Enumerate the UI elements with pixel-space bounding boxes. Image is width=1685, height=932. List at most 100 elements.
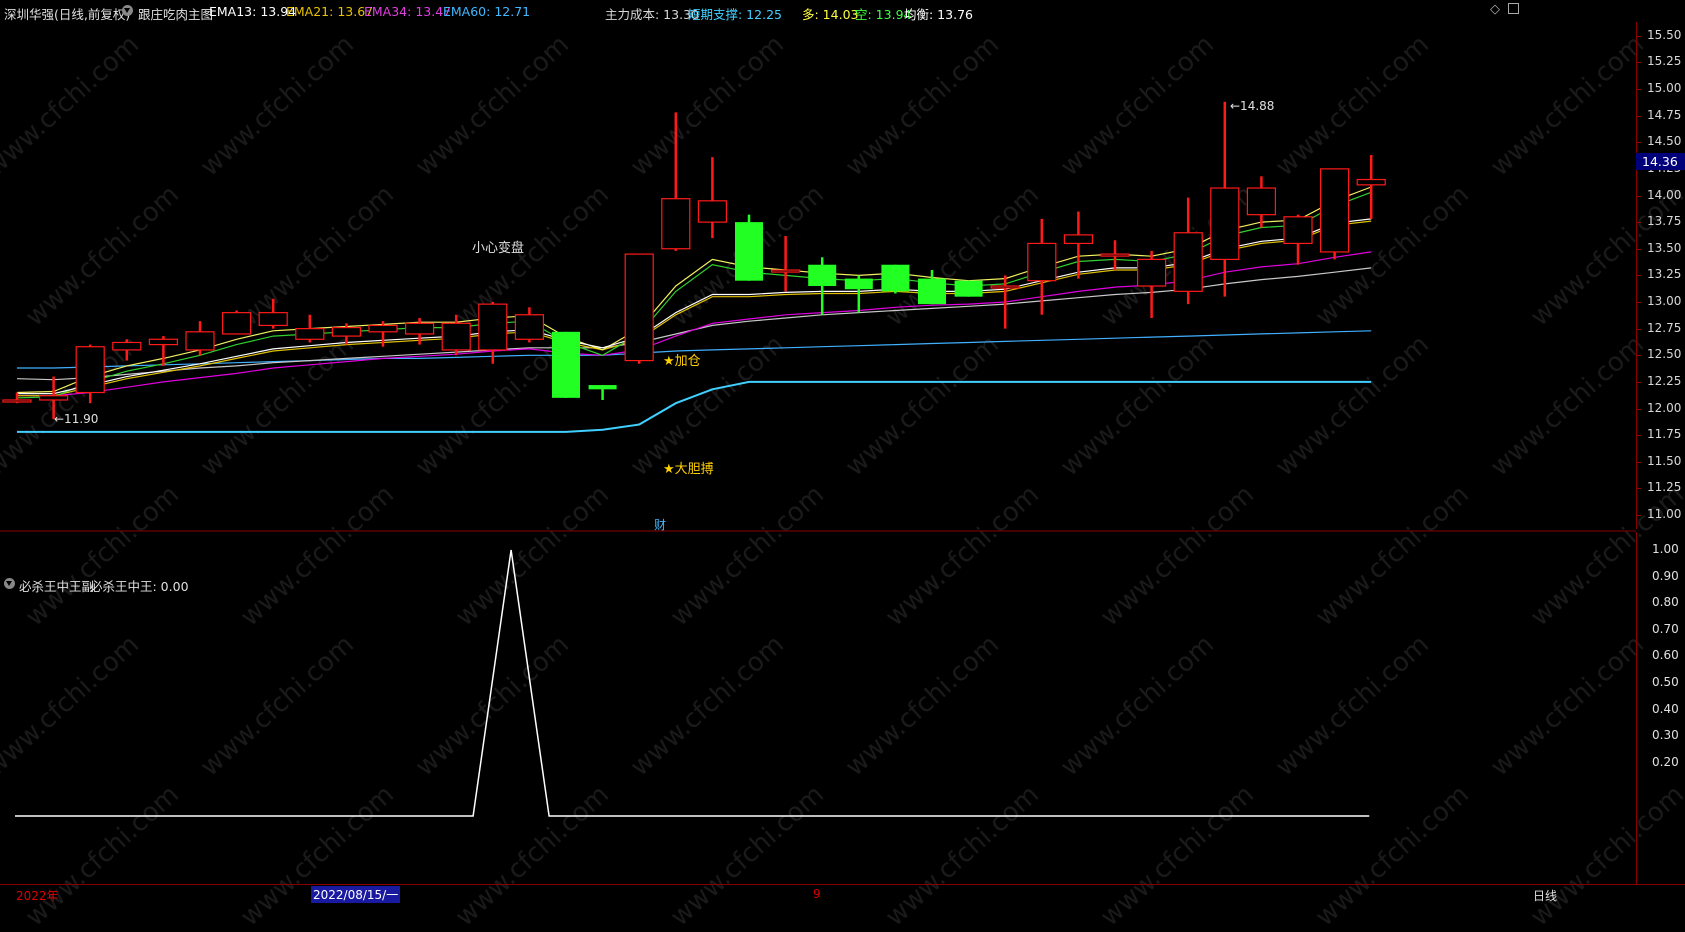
price-tick-label: 11.50	[1647, 453, 1682, 468]
price-tick-label: 12.75	[1647, 320, 1682, 335]
price-tick	[1636, 381, 1641, 383]
candle-body	[38, 395, 69, 401]
price-tick-label: 14.50	[1647, 134, 1682, 149]
ema21-line	[17, 220, 1372, 397]
price-tick	[1636, 89, 1641, 90]
price-tick	[1636, 195, 1641, 197]
sub-chart-header: 必杀王中王副 必杀王中王: 0.00	[0, 574, 1620, 594]
candle-body	[148, 338, 178, 346]
price-tick	[1636, 222, 1641, 224]
period-tab[interactable]: 日线	[1533, 887, 1557, 904]
price-tick	[1636, 488, 1641, 490]
candle-body	[844, 278, 873, 290]
sub-indicator-menu-icon[interactable]	[4, 578, 15, 589]
finance-marker[interactable]: 财	[654, 516, 666, 533]
candle-body	[697, 200, 728, 223]
candle-body	[1173, 232, 1203, 292]
price-tick-label: 14.00	[1647, 187, 1682, 202]
candle-body	[222, 312, 252, 335]
price-tick	[1636, 355, 1641, 357]
price-tick	[1636, 408, 1641, 410]
price-tick	[1636, 275, 1641, 277]
candle-body	[1283, 216, 1313, 245]
price-tick	[1636, 62, 1641, 64]
candle-body	[770, 269, 801, 273]
candle-body	[1136, 258, 1167, 287]
sub-axis-line	[1636, 532, 1637, 885]
price-tick-label: 12.50	[1647, 347, 1682, 362]
price-tick-label: 12.00	[1647, 400, 1682, 415]
price-tick-label: 12.25	[1647, 373, 1682, 388]
price-tick-label: 13.75	[1647, 214, 1682, 229]
price-tick	[1636, 328, 1641, 330]
candle-body	[881, 264, 910, 292]
candle-body	[990, 285, 1020, 289]
candle-body	[1246, 187, 1277, 216]
sub-tick-label: 0.90	[1652, 568, 1679, 583]
candle-body	[1356, 178, 1386, 186]
price-tick-label: 11.75	[1647, 427, 1682, 442]
bold-fight-label: ★大胆搏	[663, 462, 714, 477]
support-line	[17, 380, 1372, 433]
sub-tick-label: 0.50	[1652, 675, 1679, 689]
candle-body	[75, 346, 105, 394]
time-axis-line	[0, 884, 1685, 885]
high-price-label: ←14.88	[1230, 99, 1275, 113]
candle-body	[808, 264, 837, 287]
low-price-label: ←11.90	[54, 412, 99, 426]
add-position-label: ★加仓	[663, 354, 701, 369]
year-label: 2022年	[16, 889, 59, 903]
candle-body	[918, 278, 946, 305]
price-tick-label: 13.00	[1647, 294, 1682, 308]
price-tick	[1636, 515, 1641, 516]
current-price-badge: 14.36	[1636, 153, 1685, 170]
candle-body	[1027, 242, 1057, 282]
price-tick	[1636, 142, 1641, 144]
price-tick-label: 15.50	[1647, 27, 1682, 42]
candle-body	[295, 328, 325, 340]
candle-body	[185, 331, 215, 351]
sub-indicator-name[interactable]: 必杀王中王副	[19, 576, 94, 595]
cursor-date: 2022/08/15/一	[311, 886, 401, 903]
candle-body	[2, 399, 32, 403]
sub-tick-label: 0.40	[1652, 701, 1679, 716]
candle-body	[1319, 168, 1350, 253]
candle-body	[258, 312, 288, 327]
price-tick-label: 11.00	[1647, 507, 1682, 521]
price-tick	[1636, 248, 1641, 250]
price-tick-label: 13.25	[1647, 267, 1682, 282]
candle-body	[112, 341, 142, 351]
sub-tick-label: 0.20	[1652, 754, 1679, 769]
candle-body	[1100, 253, 1130, 257]
candle-body	[478, 303, 508, 351]
price-tick	[1636, 461, 1641, 463]
price-tick	[1636, 435, 1641, 437]
price-tick-label: 15.00	[1647, 81, 1682, 95]
candle-body	[624, 253, 654, 362]
month-label: 9	[813, 887, 821, 901]
candle-body	[1210, 187, 1240, 261]
price-tick-label: 13.50	[1647, 240, 1682, 255]
sub-tick-label: 0.80	[1652, 595, 1679, 610]
sub-tick-label: 1.00	[1652, 542, 1679, 556]
candle-body	[954, 280, 983, 297]
price-tick-label: 11.25	[1647, 480, 1682, 495]
candle-body	[368, 324, 398, 333]
caution-label: 小心变盘	[472, 241, 525, 256]
price-chart[interactable]	[0, 0, 1685, 901]
sub-tick-label: 0.70	[1652, 621, 1679, 636]
price-tick-label: 15.25	[1647, 54, 1682, 69]
candle-body	[405, 322, 435, 335]
ema34-line	[17, 251, 1372, 397]
candle-body	[441, 322, 471, 351]
candle-body	[514, 314, 545, 340]
price-tick	[1636, 35, 1641, 37]
sub-tick-label: 0.30	[1652, 728, 1679, 743]
candle-body	[1063, 234, 1094, 245]
candle-body	[331, 326, 361, 337]
candle-body	[552, 331, 580, 398]
price-tick-label: 14.75	[1647, 107, 1682, 122]
candle-body	[588, 385, 617, 390]
price-tick	[1636, 302, 1641, 303]
candle-body	[661, 198, 691, 250]
